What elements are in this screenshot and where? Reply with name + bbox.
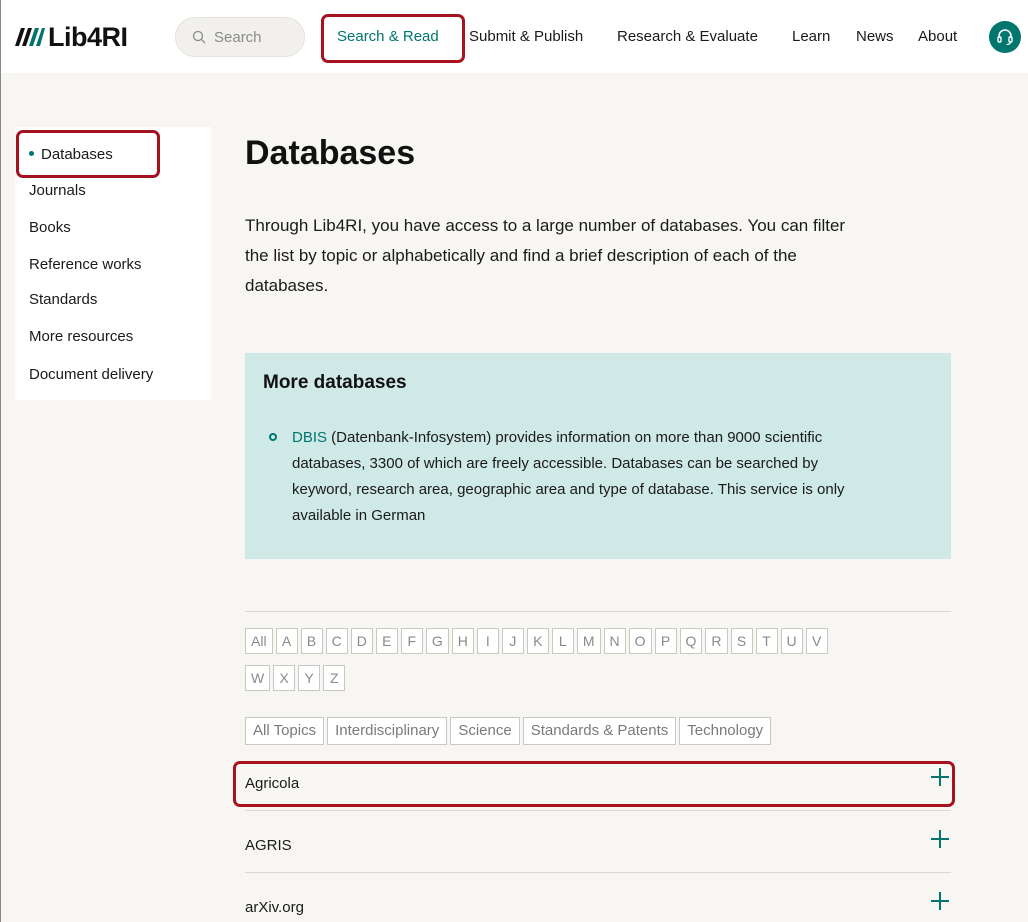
- intro-line: databases.: [245, 276, 329, 295]
- alphabet-filter-button[interactable]: All: [245, 628, 273, 654]
- more-databases-box: More databases DBIS (Datenbank-Infosyste…: [245, 353, 951, 559]
- alphabet-filter-button[interactable]: S: [730, 628, 753, 654]
- nav-submit-publish[interactable]: Submit & Publish: [469, 28, 583, 45]
- alphabet-filter-button[interactable]: N: [603, 628, 626, 654]
- alphabet-filter-button[interactable]: V: [805, 628, 828, 654]
- alphabet-filter-button[interactable]: C: [325, 628, 348, 654]
- database-item-agris[interactable]: AGRIS: [245, 822, 951, 872]
- alphabet-filter-button[interactable]: R: [705, 628, 728, 654]
- bullet-circle-icon: [269, 433, 277, 441]
- topic-filter-button[interactable]: Standards & Patents: [522, 717, 677, 745]
- plus-icon[interactable]: [931, 830, 949, 848]
- plus-icon[interactable]: [931, 892, 949, 910]
- intro-line: Through Lib4RI, you have access to a lar…: [245, 216, 846, 235]
- dbis-link[interactable]: DBIS: [292, 429, 327, 446]
- divider: [245, 611, 951, 612]
- alphabet-filter-button[interactable]: Z: [323, 665, 346, 691]
- dbis-text-line: keyword, research area, geographic area …: [292, 481, 845, 498]
- alphabet-filter-button[interactable]: Q: [679, 628, 703, 654]
- sidebar-item-reference-works[interactable]: Reference works: [29, 256, 142, 273]
- alphabet-filter-button[interactable]: T: [755, 628, 778, 654]
- sidebar-item-journals[interactable]: Journals: [29, 182, 86, 199]
- alphabet-filter-button[interactable]: H: [451, 628, 474, 654]
- topic-filter-button[interactable]: Interdisciplinary: [327, 717, 448, 745]
- alphabet-filter-button[interactable]: M: [576, 628, 601, 654]
- sidebar-item-more-resources[interactable]: More resources: [29, 328, 133, 345]
- alphabet-filter-button[interactable]: O: [628, 628, 652, 654]
- alphabet-filter-button[interactable]: F: [400, 628, 423, 654]
- nav-news[interactable]: News: [856, 28, 894, 45]
- database-item-arxiv[interactable]: arXiv.org: [245, 884, 951, 922]
- alphabet-filter-button[interactable]: J: [501, 628, 524, 654]
- nav-learn[interactable]: Learn: [792, 28, 830, 45]
- alphabet-filter-button[interactable]: A: [275, 628, 298, 654]
- alphabet-filter-button[interactable]: E: [375, 628, 398, 654]
- dbis-description: DBIS (Datenbank-Infosystem) provides inf…: [292, 425, 912, 529]
- alphabet-filter-button[interactable]: W: [245, 665, 271, 691]
- nav-about[interactable]: About: [918, 28, 957, 45]
- highlight-nav-search-read: [321, 14, 465, 63]
- alphabet-filter-row: All A B C D E F G H I J K L M N O P Q R S T U V: [245, 628, 828, 654]
- sidebar-item-standards[interactable]: Standards: [29, 291, 97, 308]
- nav-research-evaluate[interactable]: Research & Evaluate: [617, 28, 758, 45]
- site-header: Lib4RI Search Search & Read Submit & Pub…: [1, 0, 1028, 73]
- alphabet-filter-button[interactable]: L: [551, 628, 574, 654]
- divider: [245, 872, 951, 873]
- alphabet-filter-button[interactable]: X: [273, 665, 296, 691]
- alphabet-filter-button[interactable]: P: [654, 628, 677, 654]
- highlight-agricola: [233, 761, 955, 807]
- headset-icon: [997, 29, 1013, 46]
- database-name: arXiv.org: [245, 899, 304, 916]
- alphabet-filter-row: WXYZ: [245, 665, 346, 691]
- sidebar-item-document-delivery[interactable]: Document delivery: [29, 366, 153, 383]
- dbis-text-line: databases, 3300 of which are freely acce…: [292, 455, 819, 472]
- alphabet-filter-button[interactable]: D: [350, 628, 373, 654]
- intro-text: Through Lib4RI, you have access to a lar…: [245, 211, 945, 301]
- topic-filter-button[interactable]: Technology: [679, 717, 772, 745]
- page-title: Databases: [245, 134, 416, 172]
- more-databases-title: More databases: [263, 372, 407, 393]
- divider: [245, 810, 951, 811]
- topic-filter-button[interactable]: All Topics: [245, 717, 325, 745]
- main-nav: Search & Read Submit & Publish Research …: [1, 0, 1028, 73]
- highlight-sidebar-databases: [16, 130, 160, 178]
- alphabet-filter-button[interactable]: B: [300, 628, 323, 654]
- database-name: AGRIS: [245, 837, 292, 854]
- sidebar-item-books[interactable]: Books: [29, 219, 71, 236]
- help-button[interactable]: [989, 21, 1021, 53]
- topic-filter-row: All Topics Interdisciplinary Science Standa…: [245, 717, 772, 745]
- alphabet-filter-button[interactable]: G: [425, 628, 449, 654]
- dbis-text-line: available in German: [292, 507, 426, 524]
- alphabet-filter-button[interactable]: Y: [298, 665, 321, 691]
- intro-line: the list by topic or alphabetically and …: [245, 246, 797, 265]
- alphabet-filter-button[interactable]: U: [780, 628, 803, 654]
- alphabet-filter-button[interactable]: I: [476, 628, 499, 654]
- dbis-text-line: (Datenbank-Infosystem) provides informat…: [327, 429, 823, 446]
- topic-filter-button[interactable]: Science: [450, 717, 520, 745]
- alphabet-filter-button[interactable]: K: [526, 628, 549, 654]
